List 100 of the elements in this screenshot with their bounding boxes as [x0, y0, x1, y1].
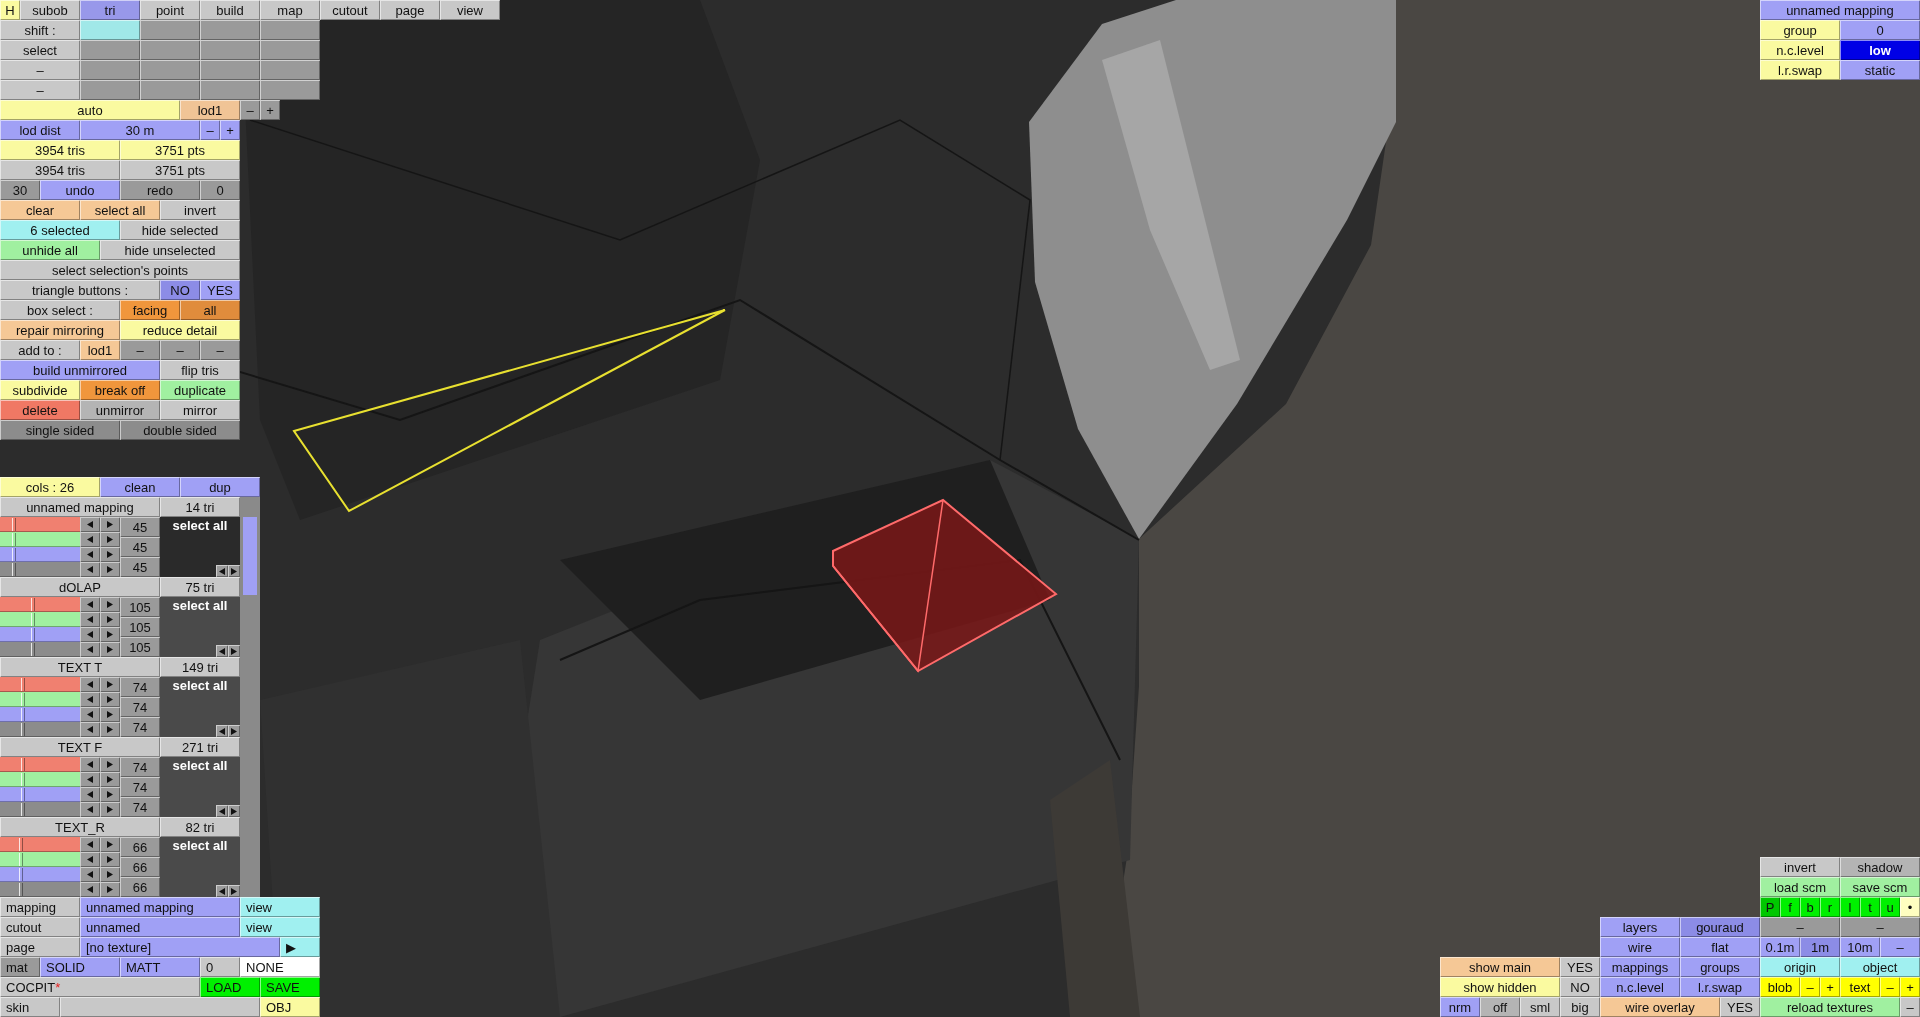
slider-thumb[interactable] — [18, 868, 23, 881]
panel-button[interactable]: P — [1760, 897, 1780, 917]
value-field[interactable]: 45 — [120, 517, 160, 537]
panel-button[interactable]: blob — [1760, 977, 1800, 997]
arrow-button[interactable] — [100, 787, 120, 802]
arrow-button[interactable] — [100, 882, 120, 897]
panel-button[interactable]: view — [240, 917, 320, 937]
panel-button[interactable]: f — [1780, 897, 1800, 917]
panel-button[interactable]: invert — [1760, 857, 1840, 877]
panel-button[interactable]: view — [240, 897, 320, 917]
panel-button[interactable]: + — [1820, 977, 1840, 997]
slider-thumb[interactable] — [30, 613, 35, 626]
color-slider[interactable] — [0, 562, 80, 577]
arrow-button[interactable] — [100, 772, 120, 787]
arrow-button[interactable] — [80, 562, 100, 577]
slider-thumb[interactable] — [30, 628, 35, 641]
panel-button[interactable]: subdivide — [0, 380, 80, 400]
value-field[interactable]: 66 — [120, 837, 160, 857]
value-field[interactable]: 105 — [120, 597, 160, 617]
panel-button[interactable]: mat — [0, 957, 40, 977]
arrow-button[interactable] — [80, 612, 100, 627]
panel-button[interactable]: reload textures — [1760, 997, 1900, 1017]
group-name-button[interactable]: TEXT T — [0, 657, 160, 677]
mode-tab[interactable]: page — [380, 0, 440, 20]
panel-button[interactable]: – — [1800, 977, 1820, 997]
blank-button[interactable] — [140, 60, 200, 80]
panel-button[interactable]: load scm — [1760, 877, 1840, 897]
panel-button[interactable]: NO — [160, 280, 200, 300]
panel-button[interactable]: break off — [80, 380, 160, 400]
panel-button[interactable]: nrm — [1440, 997, 1480, 1017]
arrow-button[interactable] — [216, 805, 228, 817]
panel-button[interactable]: clear — [0, 200, 80, 220]
panel-button[interactable]: cutout — [0, 917, 80, 937]
panel-button[interactable]: LOAD — [200, 977, 260, 997]
color-slider[interactable] — [0, 642, 80, 657]
panel-button[interactable]: 3751 pts — [120, 140, 240, 160]
arrow-button[interactable] — [80, 597, 100, 612]
panel-button[interactable]: 0 — [200, 180, 240, 200]
panel-button[interactable]: object — [1840, 957, 1920, 977]
slider-thumb[interactable] — [30, 598, 35, 611]
panel-button[interactable]: 3751 pts — [120, 160, 240, 180]
value-field[interactable]: 74 — [120, 797, 160, 817]
blank-button[interactable] — [200, 80, 260, 100]
arrow-button[interactable] — [100, 532, 120, 547]
group-name-button[interactable]: unnamed mapping — [0, 497, 160, 517]
slider-thumb[interactable] — [12, 518, 17, 531]
panel-button[interactable]: double sided — [120, 420, 240, 440]
scrollbar[interactable] — [240, 497, 260, 897]
color-slider[interactable] — [0, 627, 80, 642]
panel-button[interactable]: – — [120, 340, 160, 360]
arrow-button[interactable] — [80, 772, 100, 787]
mode-tab[interactable]: map — [260, 0, 320, 20]
blank-button[interactable] — [260, 80, 320, 100]
arrow-button[interactable] — [228, 805, 240, 817]
panel-button[interactable]: shift : — [0, 20, 80, 40]
panel-button[interactable]: unnamed mapping — [80, 897, 240, 917]
arrow-button[interactable] — [80, 787, 100, 802]
panel-button[interactable]: delete — [0, 400, 80, 420]
panel-button[interactable]: MATT — [120, 957, 200, 977]
arrow-button[interactable] — [100, 867, 120, 882]
arrow-button[interactable] — [80, 517, 100, 532]
panel-button[interactable]: COCPIT* — [0, 977, 200, 997]
panel-button[interactable]: n.c.level — [1760, 40, 1840, 60]
panel-button[interactable]: sml — [1520, 997, 1560, 1017]
value-field[interactable]: 105 — [120, 617, 160, 637]
select-all-label[interactable]: select all — [172, 758, 228, 773]
arrow-button[interactable] — [216, 565, 228, 577]
panel-button[interactable]: u — [1880, 897, 1900, 917]
panel-button[interactable]: OBJ — [260, 997, 320, 1017]
panel-button[interactable]: + — [260, 100, 280, 120]
blank-button[interactable] — [80, 40, 140, 60]
panel-button[interactable]: lod dist — [0, 120, 80, 140]
select-all-label[interactable]: select all — [172, 598, 228, 613]
arrow-button[interactable] — [80, 532, 100, 547]
panel-button[interactable]: 10m — [1840, 937, 1880, 957]
value-field[interactable]: 45 — [120, 557, 160, 577]
panel-button[interactable]: auto — [0, 100, 180, 120]
slider-thumb[interactable] — [21, 773, 26, 786]
color-slider[interactable] — [0, 787, 80, 802]
panel-button[interactable]: NONE — [240, 957, 320, 977]
color-slider[interactable] — [0, 772, 80, 787]
panel-button[interactable]: 3954 tris — [0, 140, 120, 160]
panel-button[interactable]: l.r.swap — [1760, 60, 1840, 80]
color-slider[interactable] — [0, 707, 80, 722]
blank-button[interactable] — [60, 997, 260, 1017]
group-name-button[interactable]: dOLAP — [0, 577, 160, 597]
arrow-button[interactable] — [216, 885, 228, 897]
panel-button[interactable]: single sided — [0, 420, 120, 440]
select-box[interactable]: select all — [160, 837, 240, 897]
arrow-button[interactable] — [80, 627, 100, 642]
panel-button[interactable]: 0.1m — [1760, 937, 1800, 957]
panel-button[interactable]: repair mirroring — [0, 320, 120, 340]
panel-button[interactable]: skin — [0, 997, 60, 1017]
arrow-button[interactable] — [100, 802, 120, 817]
color-slider[interactable] — [0, 532, 80, 547]
panel-button[interactable]: YES — [200, 280, 240, 300]
panel-button[interactable]: undo — [40, 180, 120, 200]
slider-thumb[interactable] — [18, 883, 23, 896]
arrow-button[interactable] — [100, 627, 120, 642]
panel-button[interactable]: show hidden — [1440, 977, 1560, 997]
